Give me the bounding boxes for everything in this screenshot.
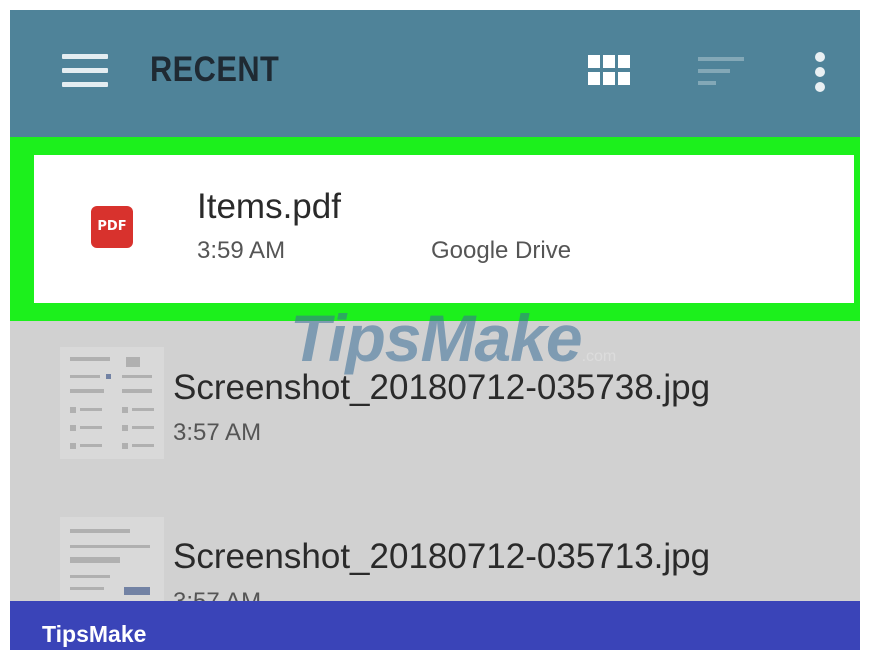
screenshot-frame: RECENT PDF Items.pdf 3:59 AM Google Driv… — [10, 10, 860, 650]
file-name: Screenshot_20180712-035713.jpg — [173, 537, 711, 576]
image-thumbnail — [60, 347, 164, 459]
file-row-screenshot-2[interactable]: Screenshot_20180712-035713.jpg 3:57 AM — [10, 495, 860, 601]
app-screen: RECENT PDF Items.pdf 3:59 AM Google Driv… — [10, 10, 860, 601]
grid-view-icon[interactable] — [588, 55, 630, 87]
file-name: Items.pdf — [197, 187, 341, 226]
pdf-icon: PDF — [91, 206, 133, 248]
file-time: 3:57 AM — [173, 419, 262, 446]
page-title: RECENT — [150, 50, 280, 89]
file-row-items-pdf[interactable]: PDF Items.pdf 3:59 AM Google Drive — [34, 155, 854, 303]
file-time: 3:59 AM — [197, 237, 286, 264]
app-bar: RECENT — [10, 10, 860, 137]
file-time: 3:57 AM — [173, 588, 261, 601]
file-source: Google Drive — [431, 237, 572, 264]
menu-icon[interactable] — [62, 54, 108, 88]
more-vert-icon[interactable] — [814, 52, 826, 92]
sort-icon[interactable] — [698, 57, 744, 87]
image-thumbnail — [60, 517, 164, 601]
brand-label: TipsMake — [42, 621, 147, 647]
watermark: TipsMake.com — [290, 301, 617, 375]
